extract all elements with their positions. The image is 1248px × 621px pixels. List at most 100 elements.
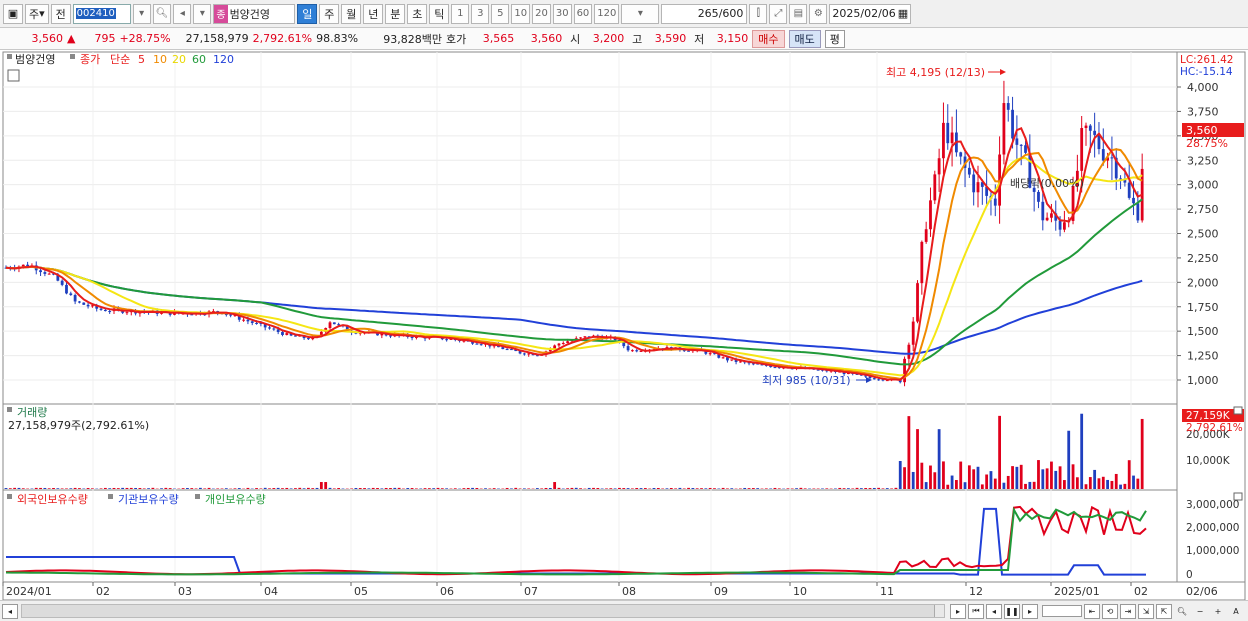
interval-30[interactable]: 30 (552, 3, 572, 24)
period-tab-minute[interactable]: 분 (385, 3, 406, 24)
save-icon[interactable]: ▤ (789, 3, 808, 24)
dropdown-icon[interactable]: ▾ (193, 3, 212, 24)
interval-20[interactable]: 20 (532, 3, 551, 24)
enlarge-icon[interactable]: ⇱ (1156, 603, 1172, 619)
evaluate-button[interactable]: 평 (824, 29, 845, 48)
prev-page-icon[interactable]: ◂ (986, 603, 1002, 619)
settings-icon[interactable]: ⚙ (809, 3, 828, 24)
interval-select[interactable]: ▾ (621, 3, 660, 24)
candle-body (639, 350, 643, 352)
volume-bar (911, 471, 915, 489)
volume-bar (190, 488, 194, 489)
search-icon[interactable]: 🔍︎ (152, 3, 172, 24)
candle-body (65, 284, 68, 294)
table-toggle-icon[interactable] (7, 69, 20, 82)
stock-code-input[interactable]: 002410 (72, 3, 131, 24)
volume-bar (924, 482, 928, 489)
open-price: 3,200 (592, 32, 625, 45)
high-annotation: 최고 4,195 (12/13) (886, 66, 985, 79)
reset-icon[interactable]: ⟲ (1102, 603, 1118, 619)
font-size-icon[interactable]: A (1228, 604, 1244, 619)
volume-bar (393, 487, 397, 489)
period-tab-year[interactable]: 년 (363, 3, 384, 24)
price-tick-label: 2,000 (1187, 276, 1219, 289)
x-tick-label: 08 (622, 585, 636, 598)
candle-body (1041, 201, 1045, 221)
buy-button[interactable]: 매수 (752, 29, 785, 48)
volume-bar (427, 488, 431, 489)
candle-body (389, 335, 392, 337)
period-tab-second[interactable]: 초 (407, 3, 428, 24)
scrollbar-thumb[interactable] (22, 605, 935, 617)
volume-bar (216, 488, 220, 489)
volume-bar (302, 488, 306, 489)
volume-bar (60, 488, 64, 489)
current-pct-label: 28.75% (1186, 137, 1228, 150)
count-input[interactable]: 265/600 (661, 3, 748, 24)
volume-bar (695, 488, 699, 489)
sell-button[interactable]: 매도 (788, 29, 821, 48)
next-page-icon[interactable]: ▸ (1022, 603, 1038, 619)
drawing-tool-icon[interactable]: ⤢ (769, 3, 788, 24)
candle-body (933, 174, 937, 201)
prev-button[interactable]: 전 (50, 3, 71, 24)
speaker-icon[interactable]: ◂ (173, 3, 192, 24)
volume-bar (129, 487, 133, 489)
period-tab-month[interactable]: 월 (341, 3, 362, 24)
zoom-in-bar-icon[interactable]: ▸ (950, 603, 966, 619)
expand-icon[interactable]: ⇥ (1120, 603, 1136, 619)
volume-bar (475, 487, 479, 489)
volume-bar (963, 482, 967, 489)
scroll-left-icon[interactable]: ◂ (2, 603, 18, 619)
horizontal-scrollbar[interactable] (21, 604, 945, 618)
holdings-panel-close-icon[interactable] (1233, 492, 1243, 501)
candle-body (505, 349, 509, 351)
zoom-search-icon[interactable]: 🔍︎ (1174, 604, 1190, 619)
legend-ma-label: 단순 (110, 53, 130, 66)
interval-3[interactable]: 3 (471, 3, 490, 24)
minus-icon[interactable]: − (1192, 604, 1208, 619)
interval-1[interactable]: 1 (451, 3, 470, 24)
candle-body (708, 353, 712, 355)
volume-bar (730, 488, 734, 489)
interval-120[interactable]: 120 (594, 3, 620, 24)
chart-menu-icon[interactable]: ▣ (3, 3, 23, 24)
candle-body (272, 328, 276, 330)
plus-icon[interactable]: + (1210, 604, 1226, 619)
compress-icon[interactable]: ⇤ (1084, 603, 1100, 619)
candle-body (561, 342, 565, 344)
volume-bar (920, 462, 924, 489)
zoom-slider[interactable] (1042, 605, 1082, 617)
period-tab-day[interactable]: 일 (297, 3, 318, 24)
first-page-icon[interactable]: ⏮ (968, 603, 984, 619)
interval-10[interactable]: 10 (511, 3, 531, 24)
period-tab-week[interactable]: 주 (319, 3, 340, 24)
holdings-tick-2m: 2,000,000 (1186, 522, 1239, 534)
candle-body (1045, 217, 1049, 221)
volume-bar (453, 488, 457, 489)
period-tab-tick[interactable]: 틱 (429, 3, 450, 24)
stock-name-box[interactable]: 종 범양건영 (213, 3, 296, 24)
volume-bar (311, 488, 315, 489)
shrink-icon[interactable]: ⇲ (1138, 603, 1154, 619)
trade-value: 93,828백만 (383, 32, 443, 46)
interval-5[interactable]: 5 (491, 3, 510, 24)
volume-bar (1127, 460, 1131, 489)
volume-bar (358, 488, 362, 489)
volume-panel-close-icon[interactable] (1233, 406, 1243, 415)
volume-bar (566, 488, 569, 489)
volume-bar (656, 488, 660, 489)
calendar-icon[interactable]: ▦ (898, 7, 908, 20)
stock-chart[interactable]: 범양건영 종가 단순 5 10 20 60 120 LC:261.42 HC:-… (0, 50, 1248, 600)
volume-bar (332, 488, 336, 489)
date-input[interactable]: 2025/02/06 ▦ (829, 3, 912, 24)
candle-type-icon[interactable]: ⫿ (749, 3, 768, 24)
pause-icon[interactable]: ❚❚ (1004, 603, 1020, 619)
hc-value: HC:-15.14 (1180, 66, 1233, 78)
period-select[interactable]: 주 ▾ (25, 3, 49, 24)
period-select-label: 주 (29, 7, 40, 21)
code-dropdown-icon[interactable]: ▾ (132, 3, 151, 24)
interval-60[interactable]: 60 (573, 3, 593, 24)
volume-bar (691, 488, 695, 489)
volume-bar (721, 487, 725, 489)
